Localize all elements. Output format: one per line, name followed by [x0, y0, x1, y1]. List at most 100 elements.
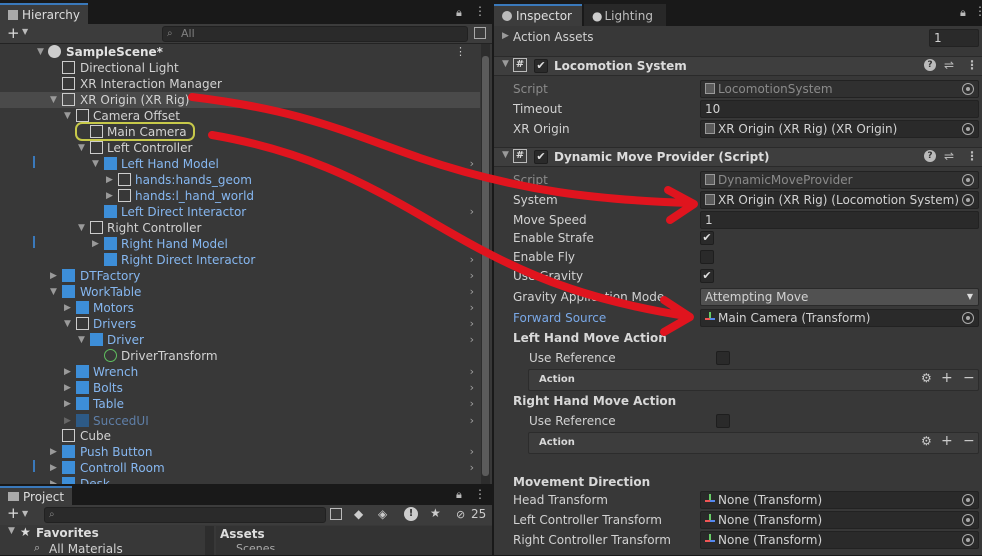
expand-arrow-icon[interactable]: ▶	[106, 188, 116, 204]
add-binding-icon[interactable]: +	[941, 370, 953, 386]
hierarchy-item[interactable]: ▶ Right Hand Model ›	[0, 236, 480, 252]
expand-arrow-icon[interactable]: ▶	[92, 236, 102, 252]
dynamic-move-provider-header[interactable]: ▼ # ✔ Dynamic Move Provider (Script) ? ⇌…	[494, 147, 982, 167]
expand-arrow-icon[interactable]: ▶	[64, 380, 74, 396]
hierarchy-item[interactable]: ▼ Camera Offset	[0, 108, 480, 124]
expand-arrow-icon[interactable]: ▶	[502, 31, 509, 41]
chevron-right-icon[interactable]: ›	[470, 252, 474, 268]
right-controller-transform-field[interactable]: None (Transform)	[700, 531, 979, 549]
object-picker-icon[interactable]	[962, 123, 974, 135]
hierarchy-item[interactable]: ▶ DTFactory ›	[0, 268, 480, 284]
hierarchy-item[interactable]: ▶ Bolts ›	[0, 380, 480, 396]
chevron-right-icon[interactable]: ›	[470, 413, 474, 429]
object-picker-icon[interactable]	[962, 312, 974, 324]
hierarchy-item[interactable]: ▼ Driver ›	[0, 332, 480, 348]
hierarchy-item[interactable]: ▶ Desk	[0, 476, 480, 484]
menu-dots-icon[interactable]: ⋮	[966, 149, 978, 163]
lock-icon[interactable]: 🔒︎	[456, 488, 462, 502]
hierarchy-item[interactable]: XR Interaction Manager	[0, 76, 480, 92]
chevron-down-icon[interactable]: ▼	[22, 509, 28, 518]
locomotion-system-header[interactable]: ▼ # ✔ Locomotion System ? ⇌ ⋮	[494, 56, 982, 76]
hierarchy-item[interactable]: Directional Light	[0, 60, 480, 76]
chevron-right-icon[interactable]: ›	[470, 204, 474, 220]
filter-by-type-icon[interactable]: ◆	[354, 507, 363, 521]
move-provider-enabled-checkbox[interactable]: ✔	[534, 150, 548, 164]
expand-arrow-icon[interactable]: ▶	[64, 300, 74, 316]
menu-dots-icon[interactable]: ⋮	[974, 4, 982, 18]
hierarchy-search-input[interactable]: ⌕ All	[162, 26, 468, 42]
hierarchy-item[interactable]: ▼ Right Controller	[0, 220, 480, 236]
left-controller-transform-field[interactable]: None (Transform)	[700, 511, 979, 529]
object-picker-icon[interactable]	[962, 534, 974, 546]
hierarchy-item[interactable]: ▶ hands:l_hand_world	[0, 188, 480, 204]
expand-arrow-icon[interactable]: ▶	[64, 364, 74, 380]
expand-arrow-icon[interactable]: ▶	[50, 460, 60, 476]
hierarchy-item[interactable]: ▶ SuccedUI ›	[0, 413, 480, 429]
lock-icon[interactable]: 🔒︎	[456, 6, 462, 20]
use-gravity-checkbox[interactable]: ✔	[700, 269, 714, 283]
system-field[interactable]: XR Origin (XR Rig) (Locomotion System)	[700, 191, 979, 209]
favorites-scrollbar[interactable]	[205, 526, 214, 555]
chevron-right-icon[interactable]: ›	[470, 156, 474, 172]
hierarchy-item[interactable]: ▼ WorkTable ›	[0, 284, 480, 300]
scrollbar-thumb[interactable]	[482, 56, 489, 476]
object-picker-icon[interactable]	[962, 494, 974, 506]
chevron-right-icon[interactable]: ›	[470, 364, 474, 380]
tab-lighting[interactable]: ● Lighting	[584, 4, 666, 26]
all-materials-item[interactable]: All Materials	[49, 542, 123, 556]
remove-binding-icon[interactable]: −	[963, 433, 975, 449]
hierarchy-item[interactable]: ▶ Push Button ›	[0, 444, 480, 460]
hierarchy-item[interactable]: ▼ Left Controller	[0, 140, 480, 156]
left-use-reference-checkbox[interactable]	[716, 351, 730, 365]
chevron-right-icon[interactable]: ›	[470, 380, 474, 396]
timeout-field[interactable]: 10	[700, 100, 979, 118]
hierarchy-item[interactable]: DriverTransform	[0, 348, 480, 364]
chevron-right-icon[interactable]: ›	[470, 396, 474, 412]
hierarchy-item[interactable]: ▶ Table ›	[0, 396, 480, 412]
hierarchy-item[interactable]: ▶ Controll Room ›	[0, 460, 480, 476]
expand-arrow-icon[interactable]: ▶	[64, 413, 74, 429]
gear-icon[interactable]: ⚙	[921, 371, 932, 385]
chevron-right-icon[interactable]: ›	[470, 316, 474, 332]
action-assets-count[interactable]: 1	[929, 29, 979, 47]
hierarchy-item[interactable]: ▼ Left Hand Model ›	[0, 156, 480, 172]
expand-arrow-icon[interactable]: ▼	[502, 150, 509, 160]
chevron-right-icon[interactable]: ›	[470, 444, 474, 460]
presets-icon[interactable]: ⇌	[944, 58, 954, 72]
search-by-type-icon[interactable]	[330, 508, 342, 520]
star-icon[interactable]: ★	[430, 506, 441, 520]
expand-arrow-icon[interactable]: ▶	[106, 172, 116, 188]
action-assets-label[interactable]: Action Assets	[513, 30, 593, 44]
object-picker-icon[interactable]	[962, 83, 974, 95]
assets-breadcrumb[interactable]: Assets	[220, 527, 265, 541]
tab-inspector[interactable]: Inspector	[494, 4, 582, 26]
expand-arrow-icon[interactable]: ▼	[50, 284, 60, 300]
gear-icon[interactable]: ⚙	[921, 434, 932, 448]
chevron-right-icon[interactable]: ›	[470, 268, 474, 284]
hierarchy-item-main-camera[interactable]: Main Camera	[0, 122, 480, 141]
object-picker-icon[interactable]	[962, 194, 974, 206]
hierarchy-item[interactable]: ▶ hands:hands_geom	[0, 172, 480, 188]
xr-origin-field[interactable]: XR Origin (XR Rig) (XR Origin)	[700, 120, 979, 138]
expand-arrow-icon[interactable]: ▼	[8, 526, 15, 536]
expand-arrow-icon[interactable]: ▼	[37, 44, 47, 60]
warning-icon[interactable]: !	[404, 507, 418, 521]
hidden-count-icon[interactable]: ⊘	[456, 508, 465, 521]
menu-dots-icon[interactable]: ⋮	[966, 58, 978, 72]
hierarchy-item[interactable]: Right Direct Interactor ›	[0, 252, 480, 268]
expand-arrow-icon[interactable]: ▼	[64, 316, 74, 332]
scene-visibility-icon[interactable]	[474, 27, 486, 39]
add-binding-icon[interactable]: +	[941, 433, 953, 449]
gravity-mode-dropdown[interactable]: Attempting Move ▼	[700, 288, 979, 306]
hierarchy-scrollbar[interactable]	[481, 44, 490, 484]
hierarchy-item[interactable]: ▶ Wrench ›	[0, 364, 480, 380]
chevron-right-icon[interactable]: ›	[470, 300, 474, 316]
right-use-reference-checkbox[interactable]	[716, 414, 730, 428]
expand-arrow-icon[interactable]: ▼	[64, 108, 74, 124]
hierarchy-item[interactable]: Left Direct Interactor ›	[0, 204, 480, 220]
expand-arrow-icon[interactable]: ▶	[50, 444, 60, 460]
expand-arrow-icon[interactable]: ▼	[92, 156, 102, 172]
move-speed-field[interactable]: 1	[700, 211, 979, 229]
scene-row[interactable]: ▼ SampleScene* ⋮	[0, 44, 480, 60]
enable-strafe-checkbox[interactable]: ✔	[700, 231, 714, 245]
